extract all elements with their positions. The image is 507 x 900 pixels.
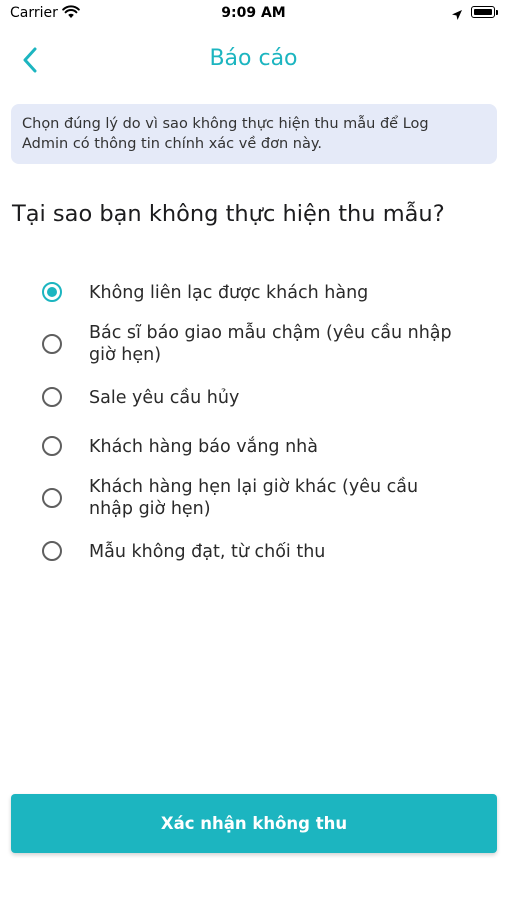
question-heading: Tại sao bạn không thực hiện thu mẫu?: [12, 201, 445, 227]
radio-unselected-icon[interactable]: [42, 541, 62, 561]
reason-label: Mẫu không đạt, từ chối thu: [89, 542, 326, 562]
clock: 9:09 AM: [221, 5, 286, 21]
reason-option-5[interactable]: Khách hàng hẹn lại giờ khác (yêu cầu nhậ…: [42, 477, 482, 520]
info-text-line-1: Chọn đúng lý do vì sao không thực hiện t…: [22, 116, 429, 132]
reason-option-6[interactable]: Mẫu không đạt, từ chối thu: [42, 541, 482, 563]
radio-unselected-icon[interactable]: [42, 334, 62, 354]
reason-label: Khách hàng hẹn lại giờ khác (yêu cầu nhậ…: [89, 477, 419, 519]
radio-selected-icon[interactable]: [42, 282, 62, 302]
page-title: Báo cáo: [209, 46, 298, 71]
info-text-line-2: Admin có thông tin chính xác về đơn này.: [22, 136, 322, 152]
navigation-bar: Báo cáo: [0, 36, 507, 84]
battery-tip: [496, 10, 498, 15]
radio-unselected-icon[interactable]: [42, 488, 62, 508]
info-banner: Chọn đúng lý do vì sao không thực hiện t…: [11, 104, 497, 164]
reason-option-4[interactable]: Khách hàng báo vắng nhà: [42, 436, 482, 458]
status-bar: Carrier 9:09 AM: [0, 0, 507, 28]
reason-option-2[interactable]: Bác sĩ báo giao mẫu chậm (yêu cầu nhập g…: [42, 323, 482, 366]
radio-unselected-icon[interactable]: [42, 387, 62, 407]
confirm-no-collection-button[interactable]: Xác nhận không thu: [11, 794, 497, 853]
location-arrow-icon: [451, 6, 463, 25]
battery-icon: [471, 6, 495, 18]
reason-label: Sale yêu cầu hủy: [89, 388, 240, 408]
reason-option-1[interactable]: Không liên lạc được khách hàng: [42, 282, 482, 304]
reason-label: Không liên lạc được khách hàng: [89, 283, 369, 303]
reason-label: Bác sĩ báo giao mẫu chậm (yêu cầu nhập g…: [89, 323, 452, 365]
reason-option-3[interactable]: Sale yêu cầu hủy: [42, 387, 482, 409]
radio-unselected-icon[interactable]: [42, 436, 62, 456]
reason-label: Khách hàng báo vắng nhà: [89, 437, 318, 457]
